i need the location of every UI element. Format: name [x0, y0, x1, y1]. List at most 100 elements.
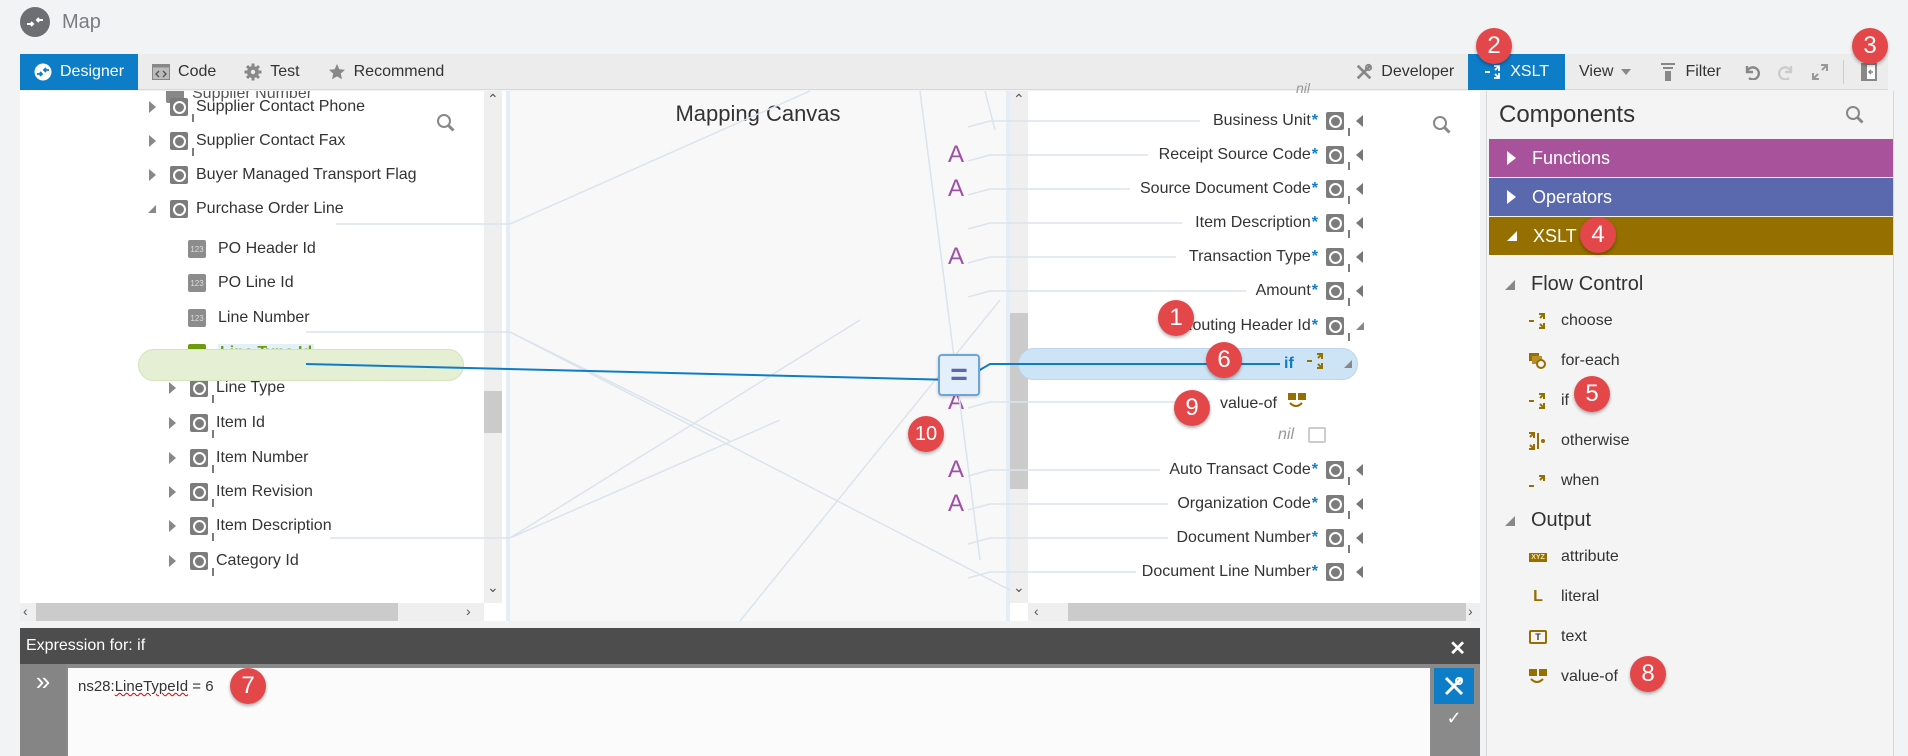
source-horizontal-scrollbar[interactable]: ‹ › — [20, 603, 484, 621]
developer-button[interactable]: Developer — [1341, 54, 1468, 90]
function-node[interactable]: A — [948, 243, 964, 271]
filter-button[interactable]: Filter — [1645, 54, 1735, 90]
source-tree-row[interactable]: Item Id — [166, 408, 265, 438]
source-tree-row[interactable]: Item Number — [166, 443, 308, 473]
group-flow-control[interactable]: Flow Control — [1505, 273, 1643, 296]
source-tree-row[interactable]: Purchase Order Line — [146, 194, 344, 224]
scroll-right-icon[interactable]: › — [1468, 603, 1473, 619]
nil-node[interactable]: nil — [1278, 426, 1327, 444]
close-icon[interactable]: ✕ — [1449, 636, 1466, 661]
undo-button[interactable] — [1735, 54, 1769, 90]
source-tree-row[interactable]: 123 PO Line Id — [188, 268, 294, 298]
target-tree-row[interactable]: Source Document Code * — [1140, 174, 1318, 204]
test-tab[interactable]: Test — [230, 54, 313, 90]
target-tree-row[interactable]: Business Unit * — [1213, 106, 1318, 136]
expand-icon[interactable] — [166, 382, 178, 394]
target-tree-row[interactable]: Document Line Number * — [1142, 557, 1318, 587]
component-otherwise[interactable]: otherwise — [1527, 427, 1629, 455]
function-node[interactable]: A — [948, 490, 964, 518]
expand-left-icon[interactable] — [1356, 183, 1363, 195]
source-tree-row[interactable]: Item Revision — [166, 477, 313, 507]
expand-left-icon[interactable] — [1356, 498, 1363, 510]
category-xslt[interactable]: XSLT — [1489, 217, 1893, 255]
mapping-canvas[interactable]: Mapping Canvas — [506, 91, 1010, 621]
expand-icon[interactable] — [166, 417, 178, 429]
scroll-left-icon[interactable]: ‹ — [23, 603, 28, 619]
expand-left-icon[interactable] — [1356, 566, 1363, 578]
component-text[interactable]: T text — [1527, 623, 1587, 651]
validate-check-icon[interactable]: ✓ — [1432, 708, 1476, 729]
category-operators[interactable]: Operators — [1489, 178, 1893, 216]
expand-icon[interactable] — [166, 452, 178, 464]
maximize-button[interactable] — [1803, 54, 1837, 90]
expand-left-icon[interactable] — [1356, 251, 1363, 263]
source-search-icon[interactable] — [436, 113, 456, 138]
expand-left-icon[interactable] — [1356, 285, 1363, 297]
component-when[interactable]: when — [1527, 467, 1599, 495]
target-tree-row[interactable]: Organization Code * — [1177, 489, 1318, 519]
view-menu[interactable]: View — [1565, 54, 1645, 90]
target-tree-row[interactable]: Receipt Source Code * — [1159, 140, 1318, 170]
target-vscroll-thumb[interactable] — [1010, 313, 1028, 489]
source-tree-row[interactable]: 123 PO Header Id — [188, 234, 316, 264]
expand-left-icon[interactable] — [1356, 149, 1363, 161]
source-tree-row[interactable]: Buyer Managed Transport Flag — [146, 160, 417, 190]
target-tree-row[interactable]: Document Number * — [1176, 523, 1318, 553]
target-tree-row[interactable]: Transaction Type * — [1189, 242, 1318, 272]
function-node[interactable]: A — [948, 175, 964, 203]
function-node[interactable]: A — [948, 141, 964, 169]
expression-input[interactable]: ns28:LineTypeId = 6 — [68, 668, 1430, 756]
expand-icon[interactable] — [146, 135, 158, 147]
scroll-down-icon[interactable]: ⌄ — [487, 579, 499, 596]
components-search-icon[interactable] — [1845, 105, 1865, 130]
component-attribute[interactable]: XYZ attribute — [1527, 543, 1619, 571]
target-horizontal-scrollbar[interactable]: ‹ › — [1028, 603, 1480, 621]
target-tree-row[interactable]: Auto Transact Code * — [1169, 455, 1318, 485]
source-tree-row[interactable]: Supplier Contact Phone — [146, 92, 365, 122]
source-tree-row[interactable]: Item Description — [166, 511, 332, 541]
source-hscroll-thumb[interactable] — [36, 603, 398, 621]
component-choose[interactable]: choose — [1527, 307, 1613, 335]
value-of-node[interactable]: value-of — [1220, 392, 1307, 415]
scroll-left-icon[interactable]: ‹ — [1034, 603, 1039, 619]
target-tree-row[interactable]: Routing Header Id * — [1181, 311, 1318, 341]
collapse-icon[interactable] — [1356, 322, 1364, 330]
component-if[interactable]: if — [1527, 387, 1569, 415]
expression-tools-button[interactable] — [1434, 668, 1474, 704]
expand-expression-icon[interactable]: » — [20, 664, 66, 756]
designer-tab[interactable]: Designer — [20, 53, 139, 90]
collapse-icon[interactable] — [1343, 359, 1352, 368]
source-vertical-scrollbar[interactable]: ⌃ ⌄ — [484, 91, 502, 603]
component-for-each[interactable]: for-each — [1527, 347, 1620, 375]
target-vertical-scrollbar[interactable]: ⌃ ⌄ — [1010, 91, 1028, 603]
if-node[interactable]: if — [1284, 352, 1352, 375]
expand-left-icon[interactable] — [1356, 115, 1363, 127]
scroll-up-icon[interactable]: ⌃ — [487, 91, 499, 108]
equals-operator-node[interactable]: = — [938, 354, 980, 396]
expand-icon[interactable] — [166, 555, 178, 567]
source-tree-row[interactable]: 123 Line Number — [188, 303, 310, 333]
expand-left-icon[interactable] — [1356, 464, 1363, 476]
expand-icon[interactable] — [146, 101, 158, 113]
recommend-tab[interactable]: Recommend — [314, 54, 459, 90]
expand-icon[interactable] — [166, 520, 178, 532]
scroll-down-icon[interactable]: ⌄ — [1013, 579, 1025, 596]
expand-left-icon[interactable] — [1356, 217, 1363, 229]
expand-icon[interactable] — [146, 169, 158, 181]
component-literal[interactable]: L literal — [1527, 583, 1599, 611]
scroll-right-icon[interactable]: › — [466, 603, 471, 619]
function-node[interactable]: A — [948, 456, 964, 484]
scroll-up-icon[interactable]: ⌃ — [1013, 91, 1025, 108]
group-output[interactable]: Output — [1505, 509, 1591, 532]
source-tree-row[interactable]: Supplier Contact Fax — [146, 126, 345, 156]
target-tree-row[interactable]: Item Description * — [1195, 208, 1318, 238]
expand-left-icon[interactable] — [1356, 532, 1363, 544]
collapse-icon[interactable] — [146, 203, 158, 215]
target-search-icon[interactable] — [1432, 115, 1452, 140]
redo-button[interactable] — [1769, 54, 1803, 90]
target-tree-row[interactable]: Amount * — [1256, 276, 1318, 306]
expand-icon[interactable] — [166, 486, 178, 498]
component-value-of[interactable]: value-of — [1527, 663, 1618, 691]
code-tab[interactable]: Code — [138, 54, 230, 90]
target-hscroll-thumb[interactable] — [1068, 603, 1466, 621]
